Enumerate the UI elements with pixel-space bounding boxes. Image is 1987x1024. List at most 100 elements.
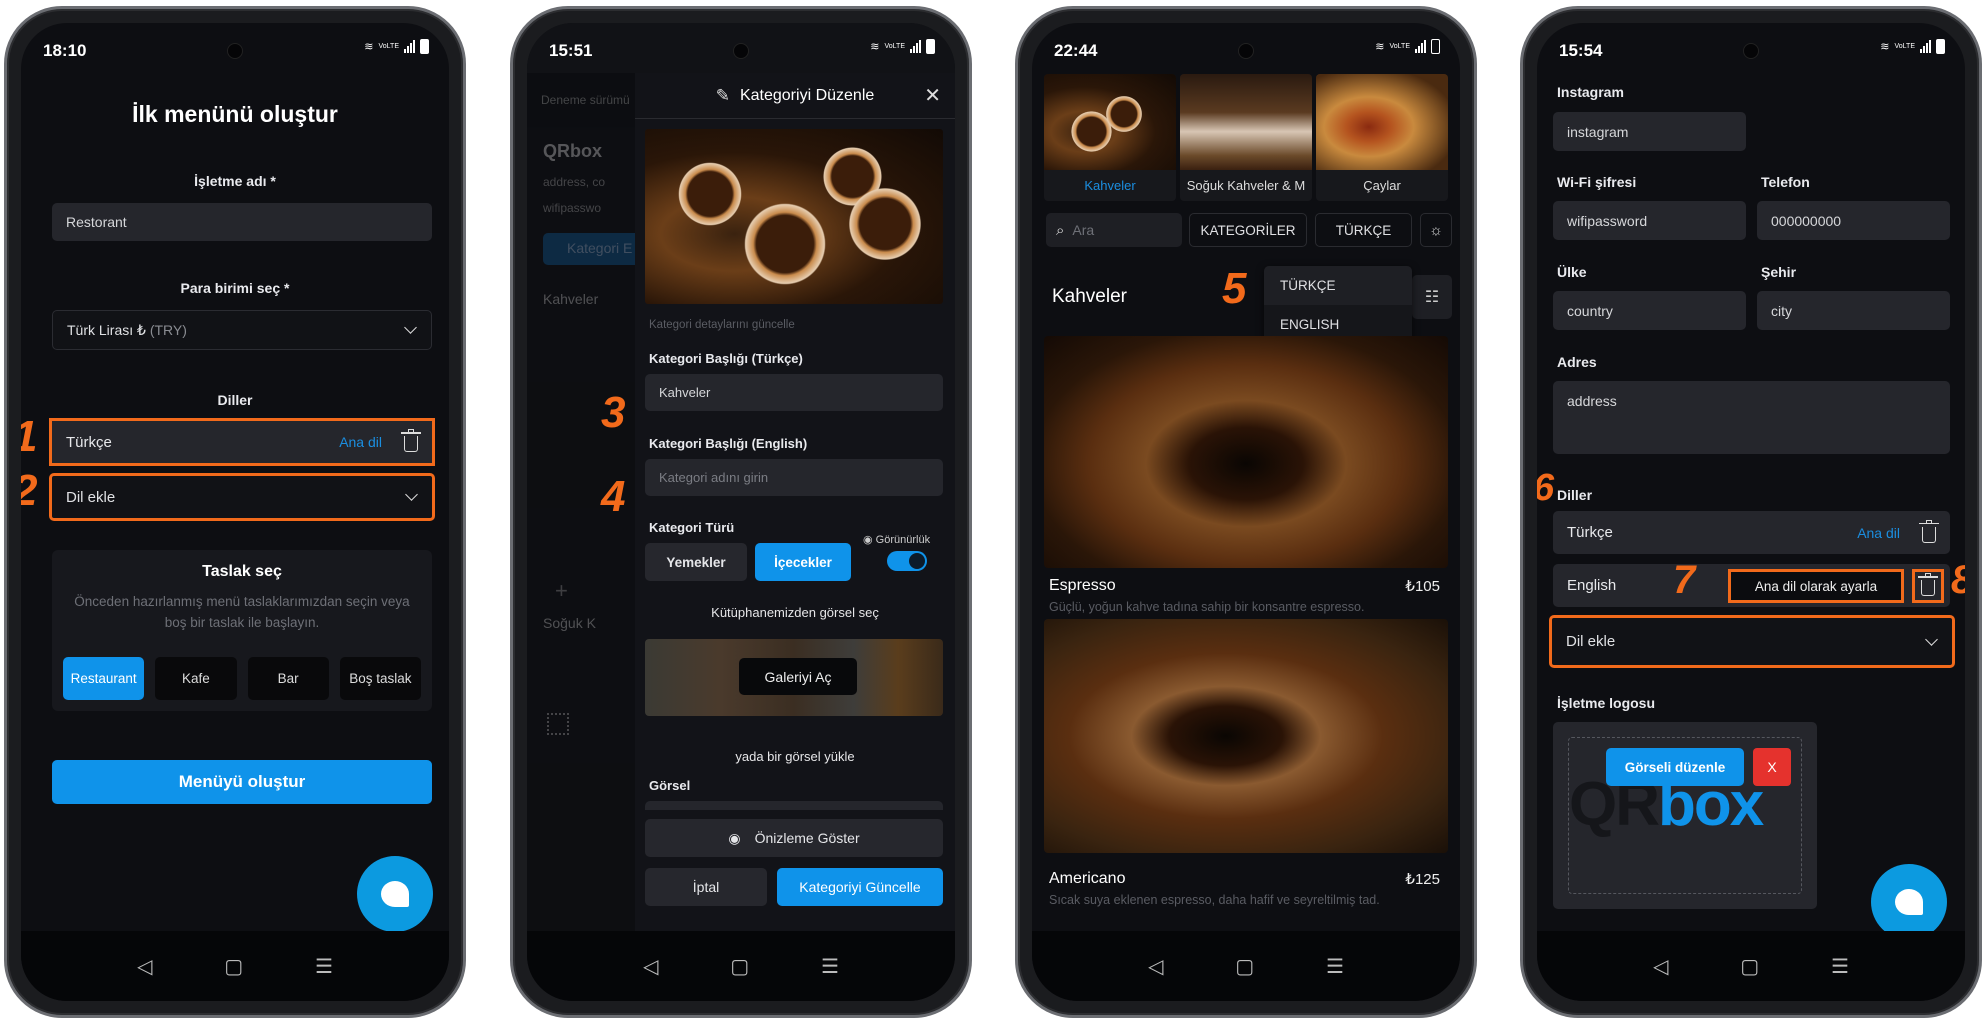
menu-icon[interactable]: ☰: [1326, 954, 1344, 979]
category-image: [1180, 74, 1312, 170]
status-icons: ≋ VoLTE: [1375, 39, 1440, 54]
menu-icon[interactable]: ☰: [315, 954, 333, 979]
address-label: Adres: [1557, 354, 1597, 370]
title-tr-label: Kategori Başlığı (Türkçe): [649, 351, 803, 366]
category-image: [645, 129, 943, 304]
trash-icon[interactable]: [401, 429, 421, 452]
currency-label: Para birimi seç *: [180, 280, 290, 296]
add-language-select[interactable]: Dil ekle: [1549, 615, 1955, 668]
open-gallery-button[interactable]: Galeriyi Aç: [739, 658, 857, 695]
section-title: Kahveler: [1052, 286, 1127, 307]
template-restaurant[interactable]: Restaurant: [63, 657, 145, 700]
list-view-button[interactable]: ☷: [1412, 275, 1452, 319]
battery-icon: [420, 39, 429, 54]
template-panel: Taslak seç Önceden hazırlanmış menü tasl…: [52, 550, 432, 711]
chat-fab-button[interactable]: [357, 856, 433, 932]
signal-icon: [910, 40, 921, 53]
wifi-password-input[interactable]: wifipassword: [1553, 201, 1746, 240]
wifi-icon: ≋: [1880, 41, 1890, 53]
chat-fab-button[interactable]: [1871, 864, 1947, 940]
visibility-label-wrap: ◉ Görünürlük: [863, 533, 930, 546]
categories-button[interactable]: KATEGORİLER: [1189, 213, 1307, 247]
wifi-icon: ≋: [870, 41, 880, 53]
template-options: Restaurant Kafe Bar Boş taslak: [63, 657, 421, 700]
instagram-input[interactable]: instagram: [1553, 112, 1746, 151]
template-title: Taslak seç: [202, 563, 282, 580]
language-name: Türkçe: [66, 433, 112, 451]
category-label: Kahveler: [1084, 178, 1136, 193]
phone-1-screen: 18:10 ≋ VoLTE İlk menünü oluştur İşletme…: [21, 23, 449, 1001]
delete-english-button[interactable]: [1912, 569, 1944, 603]
trash-icon[interactable]: [1919, 519, 1939, 543]
address-textarea[interactable]: address: [1553, 381, 1950, 454]
category-card-kahveler[interactable]: Kahveler: [1044, 74, 1176, 201]
cancel-button[interactable]: İptal: [645, 868, 767, 906]
product-price: ₺125: [1405, 871, 1440, 888]
annotation-8: 8: [1951, 560, 1965, 600]
pencil-icon: ✎: [715, 85, 730, 105]
modal-title: Kategoriyi Düzenle: [739, 86, 875, 104]
back-icon[interactable]: ◁: [1148, 954, 1163, 979]
city-input[interactable]: city: [1757, 291, 1950, 330]
currency-select[interactable]: Türk Lirası ₺ (TRY): [52, 310, 432, 350]
signal-icon: [1415, 40, 1426, 53]
sun-icon: ☼: [1429, 221, 1443, 239]
title-en-input[interactable]: Kategori adını girin: [645, 459, 943, 496]
eye-icon: ◉: [728, 829, 741, 846]
wifi-text: wifipasswo: [543, 201, 602, 215]
theme-toggle-button[interactable]: ☼: [1420, 213, 1452, 247]
remove-image-button[interactable]: X: [1753, 748, 1791, 786]
language-option-turkish[interactable]: TÜRKÇE: [1264, 266, 1412, 305]
category-card-tea[interactable]: Çaylar: [1316, 74, 1448, 201]
chat-bubble-icon: [381, 881, 409, 907]
home-icon[interactable]: ▢: [1235, 954, 1254, 979]
add-language-select[interactable]: Dil ekle: [49, 473, 435, 521]
wifi-password-label: Wi-Fi şifresi: [1557, 174, 1637, 190]
category-label: Çaylar: [1363, 178, 1401, 193]
list-grid-icon: ☷: [1424, 289, 1440, 306]
menu-icon[interactable]: ☰: [821, 954, 839, 979]
type-food-button[interactable]: Yemekler: [645, 543, 747, 581]
set-primary-language-button[interactable]: Ana dil olarak ayarla: [1728, 569, 1904, 603]
status-icons: ≋ VoLTE: [870, 39, 935, 54]
update-category-button[interactable]: Kategoriyi Güncelle: [777, 868, 943, 906]
category-card-cold-coffee[interactable]: Soğuk Kahveler & M: [1180, 74, 1312, 201]
menu-icon[interactable]: ☰: [1831, 954, 1849, 979]
image-upload-field[interactable]: [645, 801, 943, 810]
business-name-input[interactable]: Restorant: [52, 203, 432, 241]
android-nav-bar: ◁ ▢ ☰: [527, 931, 955, 1001]
home-icon[interactable]: ▢: [1740, 954, 1759, 979]
primary-language-badge: Ana dil: [339, 434, 382, 450]
annotation-4: 4: [601, 472, 626, 521]
status-time: 18:10: [43, 41, 87, 60]
android-nav-bar: ◁ ▢ ☰: [1537, 931, 1965, 1001]
title-tr-input[interactable]: Kahveler: [645, 374, 943, 411]
gallery-strip: Galeriyi Aç: [645, 639, 943, 716]
chevron-down-icon: [404, 321, 417, 334]
country-input[interactable]: country: [1553, 291, 1746, 330]
phone-input[interactable]: 000000000: [1757, 201, 1950, 240]
create-menu-button[interactable]: Menüyü oluştur: [52, 760, 432, 804]
upload-label: yada bir görsel yükle: [735, 749, 855, 764]
annotation-5: 5: [1222, 264, 1247, 313]
template-blank[interactable]: Boş taslak: [339, 657, 421, 700]
back-icon[interactable]: ◁: [137, 954, 152, 979]
template-kafe[interactable]: Kafe: [155, 657, 237, 700]
close-icon[interactable]: ✕: [924, 83, 941, 108]
country-label: Ülke: [1557, 264, 1587, 280]
home-icon[interactable]: ▢: [224, 954, 243, 979]
home-icon[interactable]: ▢: [730, 954, 749, 979]
type-drinks-button[interactable]: İçecekler: [755, 543, 851, 581]
category-type-label: Kategori Türü: [649, 520, 735, 535]
search-input[interactable]: ⌕ Ara: [1046, 213, 1182, 247]
language-name: English: [1567, 577, 1617, 594]
modal-header: ✎ Kategoriyi Düzenle ✕: [635, 73, 955, 119]
edit-image-button[interactable]: Görseli düzenle: [1606, 748, 1744, 786]
template-bar[interactable]: Bar: [247, 657, 329, 700]
visibility-toggle[interactable]: [887, 551, 927, 571]
preview-button[interactable]: ◉ Önizleme Göster: [645, 819, 943, 857]
back-icon[interactable]: ◁: [643, 954, 658, 979]
back-icon[interactable]: ◁: [1653, 954, 1668, 979]
language-row-turkish: Türkçe Ana dil: [49, 418, 435, 466]
language-button[interactable]: TÜRKÇE: [1315, 213, 1412, 247]
